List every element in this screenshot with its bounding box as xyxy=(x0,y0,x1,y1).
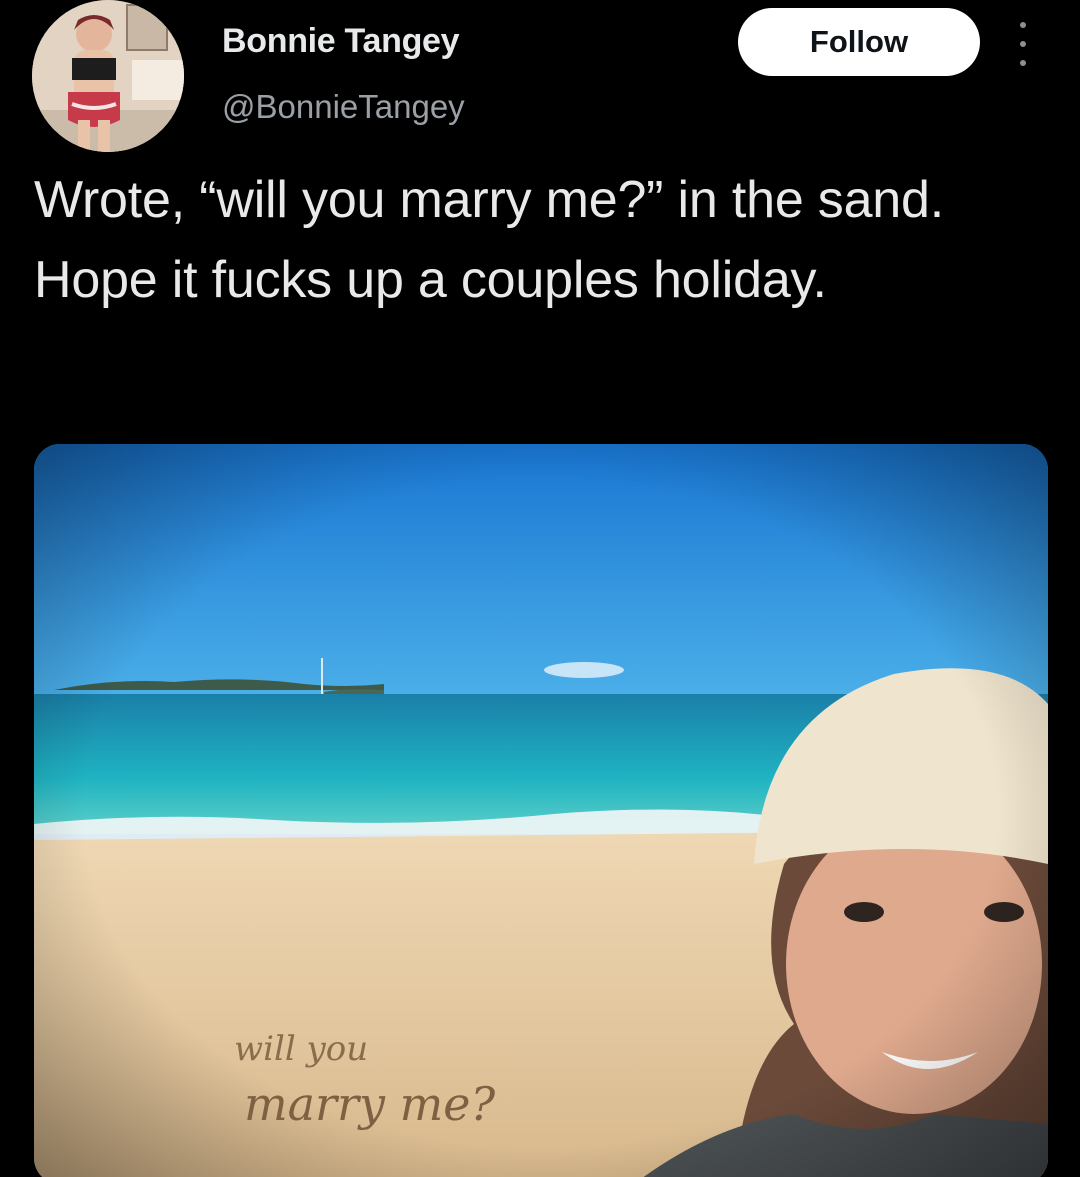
avatar-photo xyxy=(32,0,184,152)
tweet-photo[interactable]: will you marry me? xyxy=(34,444,1048,1177)
beach-photo: will you marry me? xyxy=(34,444,1048,1177)
author-name[interactable]: Bonnie Tangey xyxy=(222,22,460,61)
sand-writing-line2: marry me? xyxy=(244,1077,495,1131)
author-avatar[interactable] xyxy=(32,0,184,152)
sand-writing-line1: will you xyxy=(234,1029,368,1069)
more-vertical-icon[interactable] xyxy=(1008,22,1038,66)
tweet-card: Bonnie Tangey @BonnieTangey Follow Wrote… xyxy=(0,0,1080,1177)
tweet-text: Wrote, “will you marry me?” in the sand.… xyxy=(34,171,944,309)
author-handle[interactable]: @BonnieTangey xyxy=(222,88,465,126)
follow-button[interactable]: Follow xyxy=(738,8,980,76)
